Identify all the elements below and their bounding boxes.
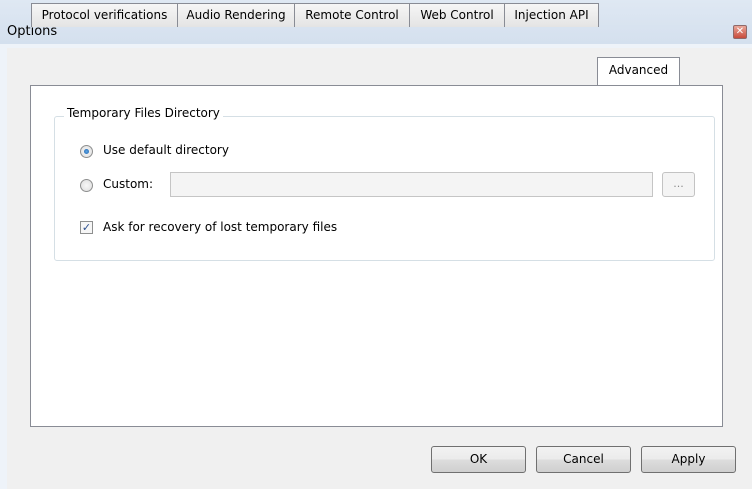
- group-title: Temporary Files Directory: [64, 106, 223, 120]
- tab-injection-api[interactable]: Injection API: [504, 3, 599, 27]
- browse-button[interactable]: ...: [662, 172, 695, 197]
- recovery-checkbox[interactable]: ✓: [80, 221, 93, 234]
- tab-advanced[interactable]: Advanced: [597, 57, 680, 85]
- custom-dir-label[interactable]: Custom:: [103, 177, 153, 191]
- custom-path-input[interactable]: [170, 172, 653, 197]
- tab-web-control[interactable]: Web Control: [409, 3, 505, 27]
- tab-protocol-verifications[interactable]: Protocol verifications: [31, 3, 178, 27]
- options-dialog: Options ✕ Protocol verifications Audio R…: [0, 0, 752, 489]
- tab-remote-control[interactable]: Remote Control: [294, 3, 410, 27]
- custom-dir-radio[interactable]: [80, 179, 93, 192]
- recovery-checkbox-label[interactable]: Ask for recovery of lost temporary files: [103, 220, 337, 234]
- ok-button[interactable]: OK: [431, 446, 526, 473]
- default-dir-label[interactable]: Use default directory: [103, 143, 229, 157]
- default-dir-radio[interactable]: [80, 145, 93, 158]
- apply-button[interactable]: Apply: [641, 446, 736, 473]
- tab-audio-rendering[interactable]: Audio Rendering: [177, 3, 295, 27]
- close-icon[interactable]: ✕: [733, 25, 747, 39]
- cancel-button[interactable]: Cancel: [536, 446, 631, 473]
